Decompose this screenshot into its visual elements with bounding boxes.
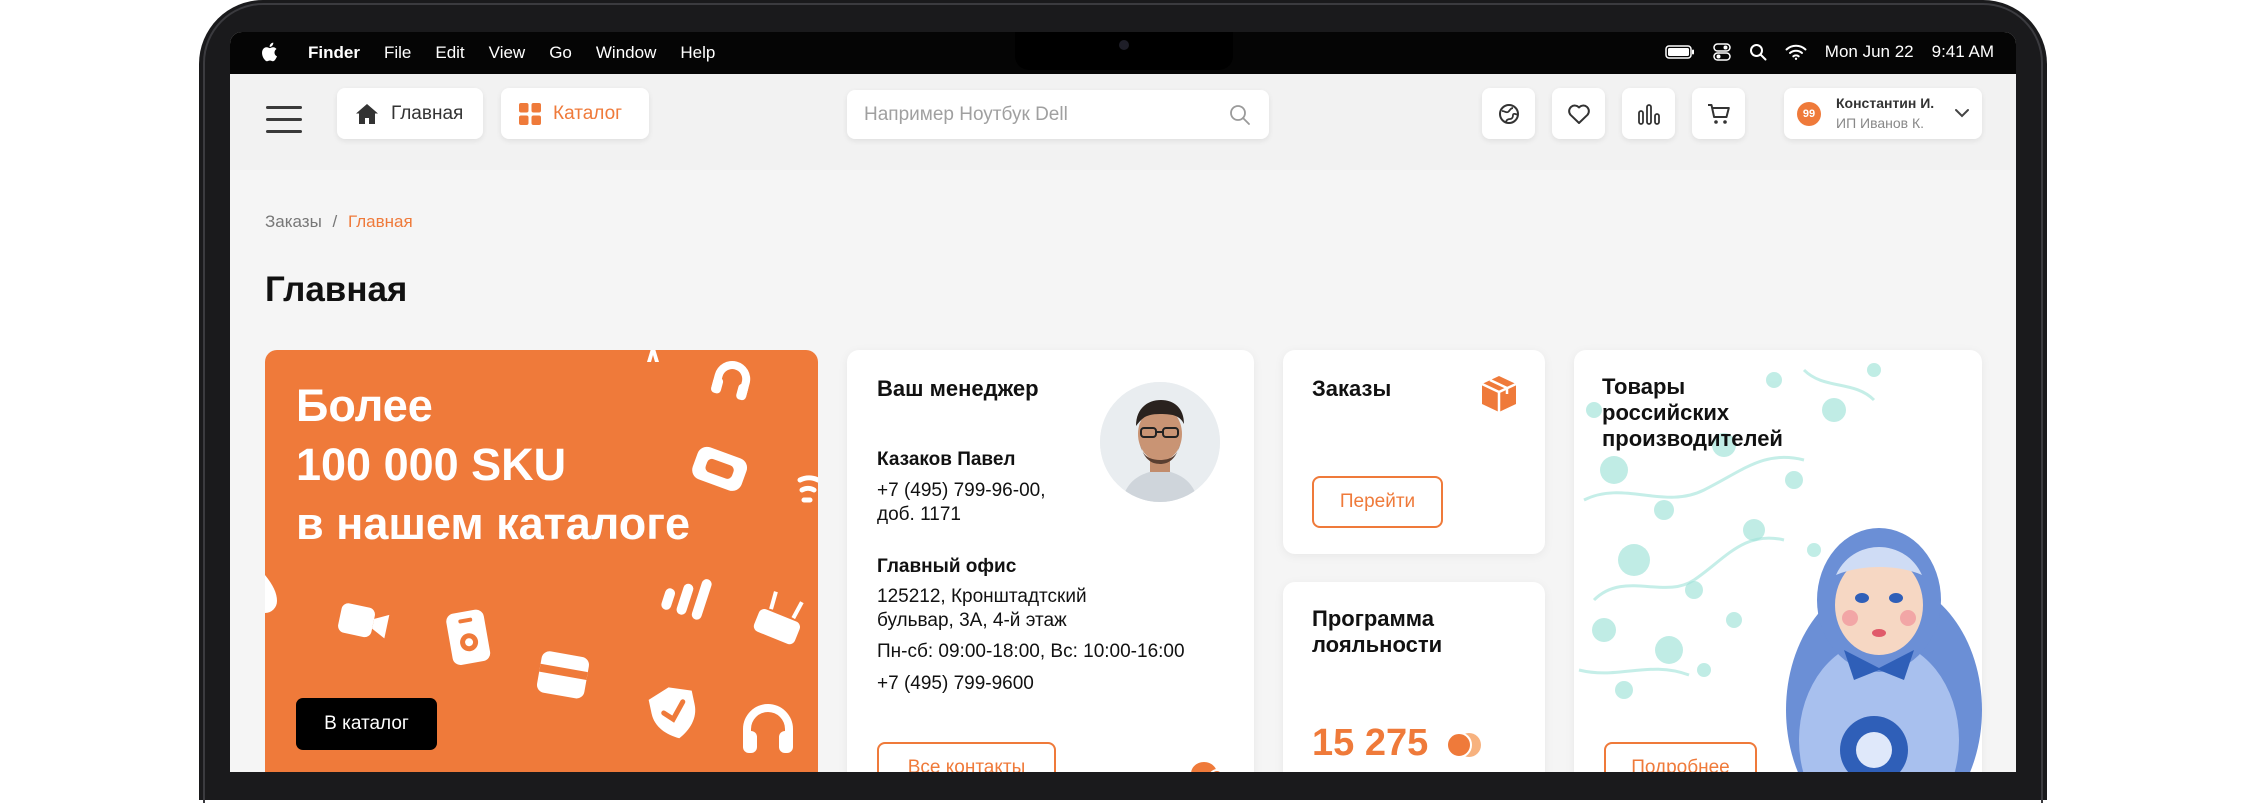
user-name: Константин И. [1836,95,1935,111]
search-input[interactable]: Например Ноутбук Dell [847,90,1269,139]
catalog-label: Каталог [553,102,623,124]
page-title: Главная [265,270,408,309]
screen: Finder File Edit View Go Window Help Mon… [230,32,2016,772]
all-contacts-button[interactable]: Все контакты [877,742,1056,772]
battery-icon[interactable] [1665,45,1695,59]
promo-line2: 100 000 SKU [296,439,567,490]
promo-banner[interactable]: Более 100 000 SKU в нашем каталоге В кат… [265,350,818,772]
orders-go-button[interactable]: Перейти [1312,476,1443,528]
headset-icon [743,704,793,753]
favorites-button[interactable] [1552,88,1605,139]
loyalty-points-value: 15 275 [1312,722,1429,764]
camera-icon [338,603,390,639]
promo-headline: Более 100 000 SKU в нашем каталоге [296,376,690,553]
loyalty-points: 15 275 [1312,722,1483,765]
coins-icon [1445,731,1481,758]
office-title: Главный офис [877,556,1017,577]
wifi-icon [797,475,818,503]
chat-bubbles-icon[interactable] [1189,760,1225,772]
menu-window[interactable]: Window [596,42,656,64]
heart-icon [1567,104,1590,124]
promo-line3: в нашем каталоге [296,498,690,549]
menu-view[interactable]: View [489,42,526,64]
compare-button[interactable] [1622,88,1675,139]
drop-icon [265,575,277,613]
router-icon [753,591,804,645]
breadcrumb-orders[interactable]: Заказы [265,212,322,231]
camera [1119,40,1129,50]
search-placeholder: Например Ноутбук Dell [864,104,1068,125]
catalog-grid-icon [519,102,541,125]
breadcrumb-current[interactable]: Главная [348,212,413,231]
globe-icon [1498,103,1519,124]
menu-list: Finder File Edit View Go Window Help [308,42,715,64]
cart-button[interactable] [1692,88,1745,139]
menu-finder[interactable]: Finder [308,42,360,64]
camera-notch [1015,32,1233,70]
office-phone[interactable]: +7 (495) 799-9600 [877,672,1034,696]
menubar-time[interactable]: 9:41 AM [1932,41,1994,63]
menu-burger-icon[interactable] [266,106,302,136]
menubar-date[interactable]: Mon Jun 22 [1825,41,1914,63]
manager-phone[interactable]: +7 (495) 799-96-00, [877,479,1045,503]
manager-extension: доб. 1171 [877,504,961,525]
breadcrumb-separator: / [332,212,338,231]
manager-name: Казаков Павел [877,449,1016,470]
gamepad-icon [692,446,748,491]
user-menu[interactable]: 99 Константин И. ИП Иванов К. [1784,88,1982,139]
status-area: Mon Jun 22 9:41 AM [1665,41,1994,63]
loyalty-title: Программа лояльности [1312,606,1442,658]
russian-line2: российских [1602,400,1730,425]
antenna-icon [647,350,659,362]
matryoshka-doll [1786,528,1982,772]
loyalty-card: Программа лояльности 15 275 [1283,582,1545,772]
office-address-line2: бульвар, 3А, 4-й этаж [877,610,1067,631]
catalog-cta-button[interactable]: В каталог [296,698,437,750]
office-address-line1: 125212, Кронштадтский [877,586,1087,607]
card-icon [536,651,590,699]
user-company: ИП Иванов К. [1836,115,1925,131]
user-badge: 99 [1797,102,1821,126]
office-hours: Пн-сб: 09:00-18:00, Вс: 10:00-16:00 [877,641,1185,662]
phone-icon [446,609,491,665]
search-icon[interactable] [1229,104,1251,126]
russian-products-title: Товары российских производителей [1602,374,1783,452]
wifi-icon[interactable] [1785,44,1807,60]
globe-button[interactable] [1482,88,1535,139]
menu-edit[interactable]: Edit [435,42,464,64]
chevron-down-icon[interactable] [1954,107,1970,119]
manager-avatar [1100,382,1220,502]
russian-line1: Товары [1602,374,1686,399]
russian-products-card[interactable]: Товары российских производителей Подробн… [1574,350,1982,772]
catalog-button[interactable]: Каталог [501,88,649,139]
orders-card: Заказы Перейти [1283,350,1545,554]
manager-title: Ваш менеджер [877,376,1039,401]
breadcrumb: Заказы / Главная [265,212,413,232]
box-icon [1481,376,1517,412]
menu-go[interactable]: Go [549,42,572,64]
loyalty-title-line1: Программа [1312,606,1435,631]
compare-bars-icon [1637,103,1660,125]
home-label: Главная [391,102,464,124]
promo-line1: Более [296,380,433,431]
spotlight-search-icon[interactable] [1749,43,1767,61]
menu-file[interactable]: File [384,42,411,64]
russian-line3: производителей [1602,426,1783,451]
menu-help[interactable]: Help [680,42,715,64]
apple-icon[interactable] [260,41,280,63]
control-center-icon[interactable] [1713,43,1731,61]
home-button[interactable]: Главная [337,88,483,139]
home-icon [356,103,378,124]
loyalty-title-line2: лояльности [1312,632,1443,657]
bars-icon [661,579,712,620]
orders-title: Заказы [1312,376,1392,401]
headphones-icon [711,361,751,401]
more-button[interactable]: Подробнее [1604,742,1757,772]
shield-icon [648,687,696,739]
cart-icon [1707,103,1730,124]
manager-card: Ваш менеджер Казаков Павел +7 (495) 799-… [847,350,1254,772]
